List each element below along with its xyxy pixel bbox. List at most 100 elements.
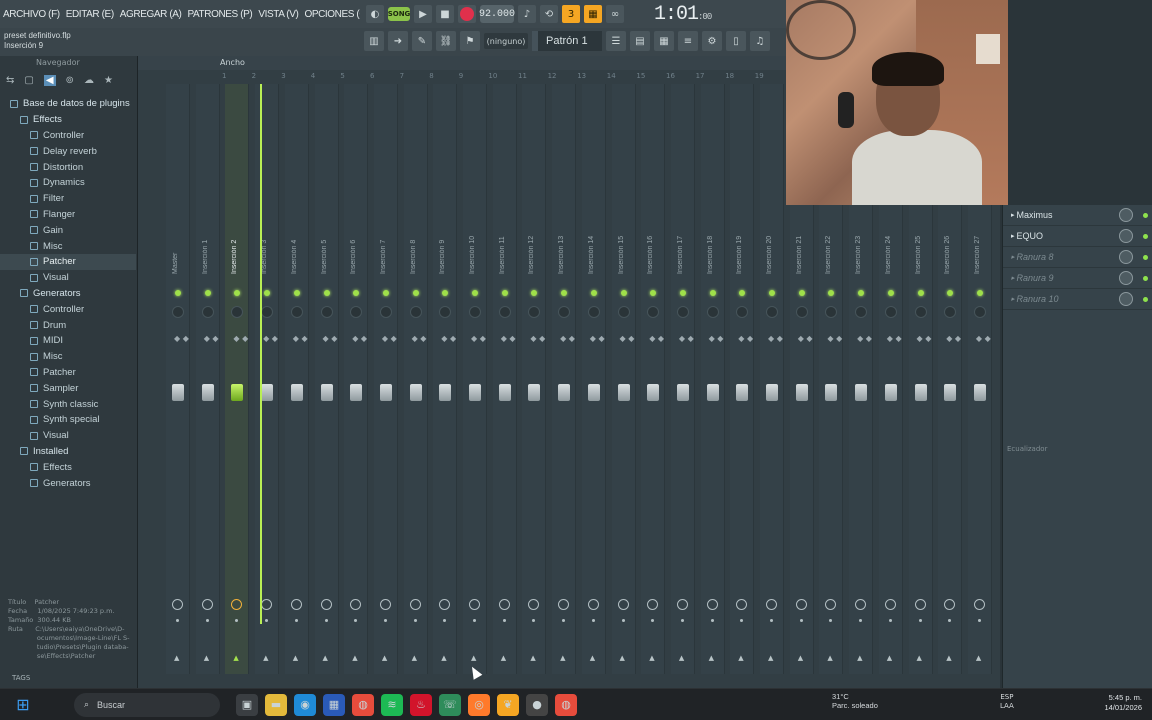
mixer-track[interactable]: Inserción 2 ◆ ◆ ▲: [225, 84, 250, 674]
pan-knob[interactable]: [379, 306, 392, 318]
metronome-icon[interactable]: ♪: [518, 5, 536, 23]
plugin-icon[interactable]: ⚙: [702, 31, 722, 51]
send-knob[interactable]: [617, 599, 629, 610]
insert-slot[interactable]: ▸ EQUO: [1003, 226, 1152, 247]
send-knob[interactable]: [528, 599, 540, 610]
mix-knob[interactable]: [1119, 229, 1133, 243]
send-knob[interactable]: [825, 599, 837, 610]
send-knob[interactable]: [587, 599, 599, 610]
tree-item[interactable]: Misc: [0, 349, 136, 365]
snap-icon[interactable]: ▥: [364, 31, 384, 51]
link-icon[interactable]: ⛓: [436, 31, 456, 51]
route-arrow[interactable]: ▲: [293, 654, 298, 662]
track-active-led[interactable]: [561, 290, 568, 296]
pan-knob[interactable]: [350, 306, 363, 318]
pattern-selector[interactable]: Patrón 1: [532, 31, 602, 51]
plugin-db-icon[interactable]: ◀: [43, 75, 56, 86]
volume-fader[interactable]: [350, 384, 363, 401]
track-active-led[interactable]: [442, 290, 449, 296]
volume-fader[interactable]: [884, 384, 897, 401]
volume-fader[interactable]: [766, 384, 778, 401]
loop-icon[interactable]: ⟲: [540, 5, 558, 23]
volume-fader[interactable]: [706, 384, 719, 401]
volume-fader[interactable]: [795, 384, 808, 401]
route-arrow[interactable]: ▲: [798, 654, 803, 662]
mixer-track[interactable]: Inserción 18 ◆ ◆ ▲: [700, 84, 725, 674]
send-knob[interactable]: [350, 599, 362, 610]
record-button[interactable]: [458, 5, 476, 23]
send-knob[interactable]: [736, 599, 748, 610]
track-active-led[interactable]: [293, 290, 300, 296]
pan-knob[interactable]: [528, 306, 541, 318]
store-icon[interactable]: ▦: [323, 693, 345, 716]
send-knob[interactable]: [290, 599, 302, 610]
mixer-icon[interactable]: ≡: [678, 31, 698, 51]
send-knob[interactable]: [944, 599, 956, 610]
route-arrow[interactable]: ▲: [768, 654, 773, 662]
track-active-led[interactable]: [769, 290, 775, 296]
tree-item[interactable]: Delay reverb: [0, 143, 136, 159]
tree-item[interactable]: Synth special: [0, 412, 136, 428]
track-active-led[interactable]: [531, 290, 538, 296]
track-active-led[interactable]: [472, 290, 478, 296]
volume-fader[interactable]: [855, 384, 868, 401]
send-knob[interactable]: [320, 599, 332, 610]
track-active-led[interactable]: [679, 290, 686, 296]
mixer-track[interactable]: Inserción 3 ◆ ◆ ▲: [255, 84, 280, 674]
route-arrow[interactable]: ▲: [738, 654, 743, 662]
tree-item[interactable]: Sampler: [0, 380, 136, 396]
mixer-track[interactable]: Inserción 6 ◆ ◆ ▲: [344, 84, 369, 674]
tree-item[interactable]: Patcher: [0, 253, 136, 270]
task-view-icon[interactable]: ▣: [236, 693, 258, 716]
route-arrow[interactable]: ▲: [501, 654, 506, 662]
tree-item[interactable]: Generators: [0, 475, 136, 491]
track-active-led[interactable]: [204, 290, 211, 296]
route-arrow[interactable]: ▲: [412, 654, 417, 662]
send-knob[interactable]: [706, 599, 718, 610]
volume-fader[interactable]: [617, 384, 630, 401]
tree-item[interactable]: Visual: [0, 428, 136, 444]
playlist-icon[interactable]: ☰: [606, 31, 626, 51]
mix-knob[interactable]: [1119, 250, 1133, 264]
chrome-icon[interactable]: ◍: [352, 693, 374, 716]
file-explorer-icon[interactable]: ▬: [265, 693, 287, 716]
pan-knob[interactable]: [290, 306, 303, 318]
tree-item[interactable]: Synth classic: [0, 396, 136, 412]
slot-enable-led[interactable]: [1143, 254, 1148, 260]
mixer-track[interactable]: Master ◆ ◆ ▲: [166, 84, 190, 674]
route-arrow[interactable]: ▲: [560, 654, 565, 662]
brush-icon[interactable]: ✎: [412, 31, 432, 51]
tree-item[interactable]: Dynamics: [0, 175, 136, 191]
send-knob[interactable]: [884, 599, 896, 610]
mixer-track[interactable]: Inserción 5 ◆ ◆ ▲: [314, 84, 339, 674]
track-active-led[interactable]: [323, 290, 330, 296]
tree-item[interactable]: Controller: [0, 301, 136, 317]
acrobat-icon[interactable]: ♨: [410, 693, 432, 716]
insert-slot[interactable]: ▸ Maximus: [1003, 205, 1152, 226]
star-icon[interactable]: ★: [104, 75, 113, 86]
mix-knob[interactable]: [1119, 208, 1133, 222]
spotify-icon[interactable]: ≋: [381, 693, 403, 716]
track-active-led[interactable]: [709, 290, 716, 296]
route-arrow[interactable]: ▲: [679, 654, 684, 662]
route-arrow[interactable]: ▲: [233, 654, 238, 662]
pan-knob[interactable]: [736, 306, 749, 318]
cloud-icon[interactable]: ☁: [84, 75, 94, 86]
tree-item[interactable]: Base de datos de plugins: [0, 96, 136, 112]
send-knob[interactable]: [469, 599, 480, 610]
volume-fader[interactable]: [469, 384, 481, 401]
route-arrow[interactable]: ▲: [827, 654, 832, 662]
tree-item[interactable]: Controller: [0, 128, 136, 144]
stop-button[interactable]: ■: [436, 5, 454, 23]
send-knob[interactable]: [201, 599, 213, 610]
mixer-track[interactable]: Inserción 13 ◆ ◆ ▲: [552, 84, 577, 674]
pan-knob[interactable]: [795, 306, 808, 318]
mixer-track[interactable]: Inserción 7 ◆ ◆ ▲: [373, 84, 398, 674]
mixer-track[interactable]: Inserción 16 ◆ ◆ ▲: [641, 84, 666, 674]
slot-enable-led[interactable]: [1143, 212, 1148, 218]
tree-item[interactable]: Installed: [0, 444, 136, 460]
route-arrow[interactable]: ▲: [530, 654, 535, 662]
send-knob[interactable]: [379, 599, 391, 610]
tree-item[interactable]: MIDI: [0, 333, 136, 349]
mixer-track[interactable]: Inserción 17 ◆ ◆ ▲: [670, 84, 695, 674]
